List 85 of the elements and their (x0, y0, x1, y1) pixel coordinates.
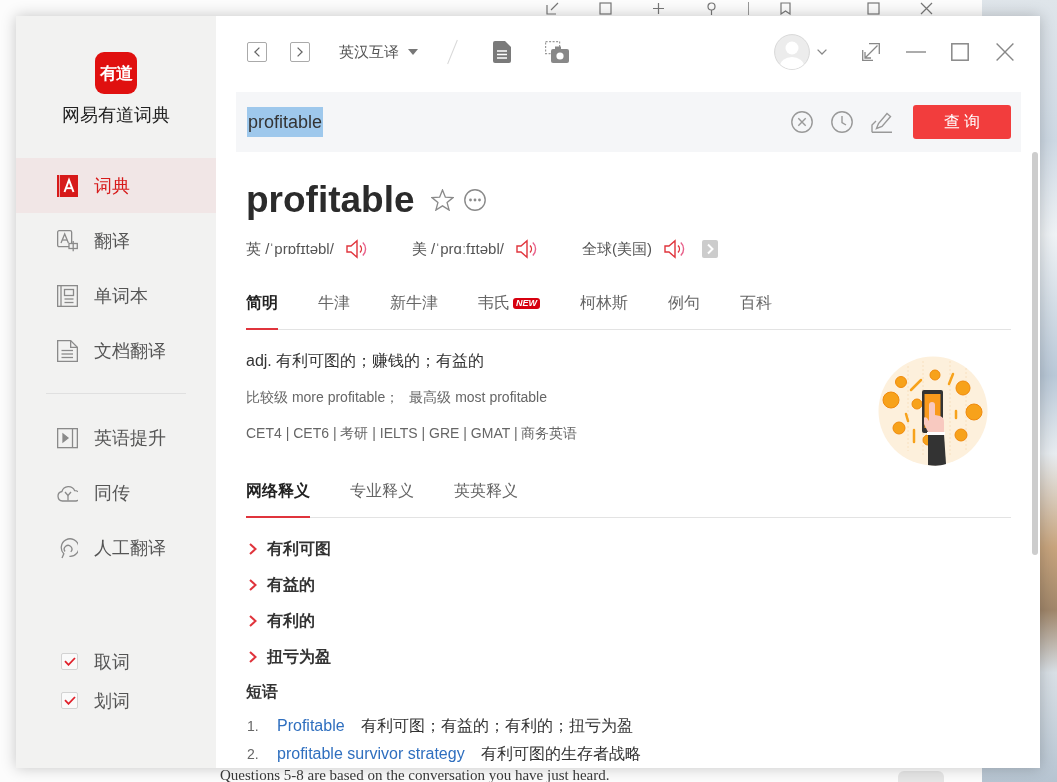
edit-icon[interactable] (546, 2, 559, 15)
caret-icon (408, 49, 418, 55)
star-icon[interactable] (430, 189, 454, 211)
plus-icon[interactable] (652, 2, 665, 15)
definition-text: adj. 有利可图的；赚钱的；有益的 (246, 351, 486, 371)
meaning-item[interactable]: 有益的 (246, 567, 1011, 603)
more-icon[interactable] (463, 189, 486, 211)
search-button[interactable]: 查 询 (913, 105, 1011, 139)
history-icon[interactable] (831, 111, 853, 133)
window-icon[interactable] (867, 2, 880, 15)
list-number: 2. (246, 746, 260, 762)
meaning-tab[interactable]: 专业释义 (350, 477, 414, 518)
chevron-right-icon (249, 651, 257, 663)
checkbox-label[interactable]: 划词 (94, 688, 130, 713)
section-title: 短语 (246, 682, 278, 702)
phonetic-text: 全球(美国) (581, 239, 652, 259)
phrase-link[interactable]: Profitable (277, 717, 345, 735)
meaning-item[interactable]: 扭亏为盈 (246, 639, 1011, 675)
letter-a-icon (57, 174, 78, 197)
play-icon (57, 426, 78, 449)
checkbox[interactable] (61, 653, 78, 670)
dictionary-tab[interactable]: 柯林斯 (580, 289, 628, 330)
exam-tags: CET4 | CET6 | 考研 | IELTS | GRE | GMAT | 商务英语 (246, 423, 578, 443)
chevron-right-icon (297, 47, 303, 57)
chevron-right-icon (249, 615, 257, 627)
headword: profitable (246, 178, 415, 222)
search-text: profitable (247, 107, 324, 137)
speaker-icon[interactable] (663, 239, 686, 259)
pin-icon[interactable] (705, 2, 718, 15)
new-badge: NEW (513, 297, 540, 309)
word-form: 最高级 most profitable (409, 388, 547, 407)
shrink-icon[interactable] (862, 43, 880, 61)
notebook-icon (57, 284, 78, 307)
word-form: 比较级 more profitable； (246, 388, 400, 407)
sidebar-item[interactable]: 词典 (16, 158, 216, 213)
phrase-meaning: 有利可图的生存者战略 (480, 743, 641, 764)
caret-icon[interactable] (817, 49, 827, 55)
language-dropdown[interactable]: 英汉互译 (339, 42, 418, 62)
dictionary-tab[interactable]: 牛津 (318, 289, 350, 330)
sidebar-item[interactable]: 同传 (16, 465, 216, 520)
meaning-tab[interactable]: 英英释义 (454, 477, 518, 518)
check-icon (63, 657, 76, 666)
meaning-tab[interactable]: 网络释义 (246, 477, 310, 518)
phonetic-text: 美 /ˈprɑːfɪtəbl/ (411, 239, 504, 259)
search-field[interactable]: profitable (247, 102, 791, 142)
dictionary-tab[interactable]: 例句 (668, 289, 700, 330)
meaning-item[interactable]: 有利的 (246, 603, 1011, 639)
bookmark-icon[interactable] (779, 2, 792, 15)
meaning-item[interactable]: 有利可图 (246, 531, 1011, 567)
app-logo: 有道 (95, 52, 137, 94)
document-icon (57, 339, 78, 362)
phrase-link[interactable]: profitable survivor strategy (277, 745, 465, 763)
dictionary-tab[interactable]: 简明 (246, 289, 278, 330)
phrase-meaning: 有利可图；有益的；有利的；扭亏为盈 (360, 715, 633, 736)
sidebar-item[interactable]: 文档翻译 (16, 323, 216, 378)
checkbox[interactable] (61, 692, 78, 709)
chevron-right-icon (249, 579, 257, 591)
scrollbar[interactable] (1032, 152, 1038, 555)
sidebar-item[interactable]: 翻译 (16, 213, 216, 268)
chevron-left-icon (254, 47, 260, 57)
dictionary-tab[interactable]: 百科 (740, 289, 772, 330)
chevron-right-icon (249, 543, 257, 555)
list-number: 1. (246, 718, 260, 734)
check-icon (63, 696, 76, 705)
checkbox-label[interactable]: 取词 (94, 649, 130, 674)
close-icon[interactable] (920, 2, 933, 15)
forward-button[interactable] (290, 42, 310, 62)
clear-icon[interactable] (791, 111, 813, 133)
document-icon[interactable] (493, 41, 511, 63)
dictionary-tab[interactable]: 韦氏 NEW (478, 289, 540, 330)
sidebar-item[interactable]: 人工翻译 (16, 520, 216, 575)
phonetic-text: 英 /ˈprɒfɪtəbl/ (246, 239, 334, 259)
back-button[interactable] (247, 42, 267, 62)
speaker-icon[interactable] (515, 239, 538, 259)
translate-icon (57, 229, 78, 252)
square-icon[interactable] (599, 2, 612, 15)
sidebar-item[interactable]: 单词本 (16, 268, 216, 323)
handwriting-icon[interactable] (871, 111, 893, 133)
sidebar-item[interactable]: 英语提升 (16, 410, 216, 465)
close-icon[interactable] (996, 43, 1014, 61)
speaker-icon[interactable] (345, 239, 368, 259)
app-name: 网易有道词典 (62, 104, 170, 126)
maximize-icon[interactable] (951, 43, 969, 61)
dictionary-tab[interactable]: 新牛津 (390, 289, 438, 330)
camera-icon[interactable] (545, 41, 569, 63)
